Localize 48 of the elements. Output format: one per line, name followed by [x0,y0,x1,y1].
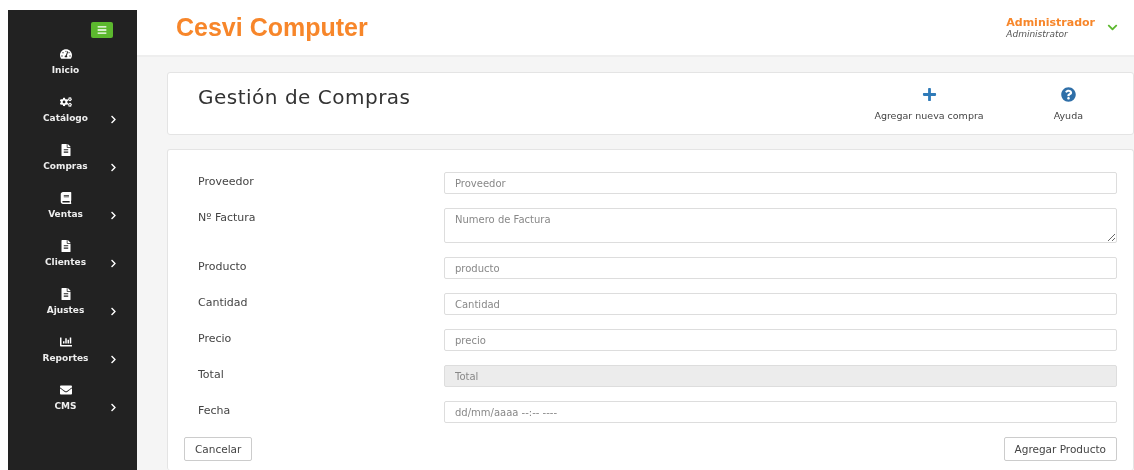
add-product-button[interactable]: Agregar Producto [1003,437,1117,461]
bar-chart-icon [59,336,72,348]
input-field[interactable]: Proveedor [444,172,1117,194]
chevron-icon [109,115,118,124]
chevron-icon [109,307,118,316]
sidebar-item[interactable]: Reportes [8,326,137,364]
chevron-icon [109,163,118,172]
input-field[interactable]: producto [444,257,1117,279]
help-icon [1060,87,1076,102]
page-title: Gestión de Compras [198,85,412,109]
action-button[interactable]: Ayuda [1053,85,1083,121]
field-label: Proveedor [198,174,255,190]
sidebar-item[interactable]: Clientes [8,230,137,268]
chevron-icon [109,355,118,364]
chevron-icon [109,211,118,220]
date-field[interactable]: dd/mm/aaaa --:-- ---- [444,401,1117,423]
field-label: Producto [198,259,248,275]
field-label: Precio [198,331,233,347]
sidebar-item[interactable]: CMS [8,374,137,412]
gears-icon [59,96,72,108]
action-button[interactable]: Agregar nueva compra [874,85,984,121]
sidebar-item[interactable]: Ajustes [8,278,137,316]
menu-icon [97,25,107,35]
document-icon [59,240,72,252]
book-icon [59,192,72,204]
document-icon [59,288,72,300]
input-field[interactable]: precio [444,329,1117,351]
chevron-icon [109,403,118,412]
text-area[interactable]: Numero de Factura [444,208,1117,243]
app-title: Cesvi Computer [176,13,369,42]
sidebar-item[interactable]: Catálogo [8,86,137,124]
gauge-icon [59,48,72,60]
sidebar-item[interactable]: Compras [8,134,137,172]
field-label: Cantidad [198,295,249,311]
envelope-icon [59,384,72,396]
field-label: Nº Factura [198,210,257,226]
chevron-icon [109,259,118,268]
document-icon [59,144,72,156]
chevron-down-icon[interactable] [1107,22,1118,33]
field-label: Total [198,367,225,383]
sidebar-item[interactable]: Inicio [8,38,137,76]
sidebar-item[interactable]: Ventas [8,182,137,220]
cancel-button[interactable]: Cancelar [184,437,253,461]
user-role: Administrator [1006,29,1069,39]
menu-button[interactable] [91,22,113,38]
field-label: Fecha [198,403,232,419]
input-field[interactable]: Cantidad [444,293,1117,315]
plus-icon [921,87,937,102]
